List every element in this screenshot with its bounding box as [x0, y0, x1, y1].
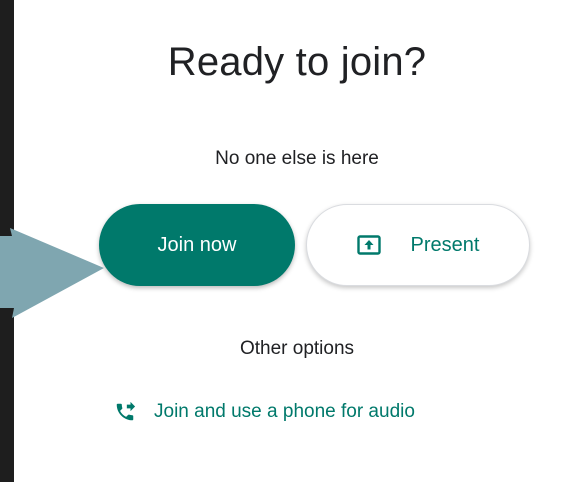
participants-status: No one else is here [215, 148, 379, 169]
join-by-phone-link[interactable]: Join and use a phone for audio [114, 398, 415, 426]
page-title: Ready to join? [167, 40, 427, 84]
phone-audio-label: Join and use a phone for audio [154, 401, 415, 422]
join-now-button[interactable]: Join now [99, 204, 295, 286]
present-to-all-icon [356, 235, 381, 255]
other-options-heading: Other options [239, 338, 355, 359]
pointer-arrow-icon [0, 228, 104, 318]
phone-forwarded-icon [114, 401, 136, 423]
join-now-label: Join now [157, 233, 237, 256]
present-label: Present [410, 233, 480, 256]
present-button[interactable]: Present [306, 204, 530, 286]
